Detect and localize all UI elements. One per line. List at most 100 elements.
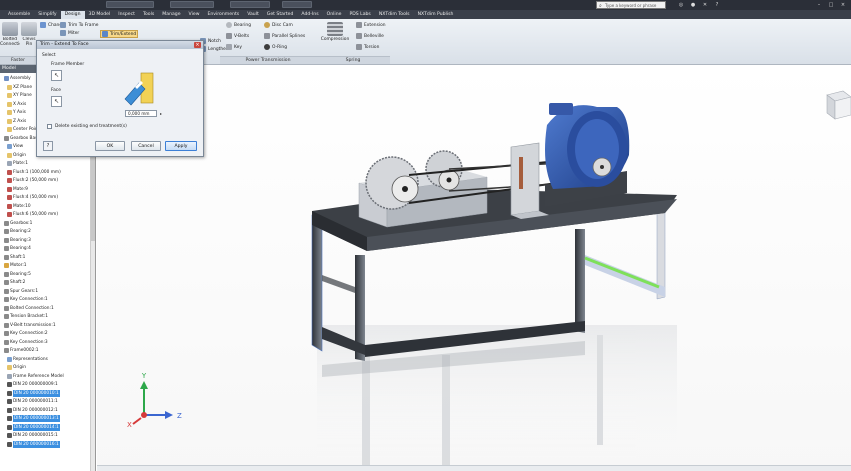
binoculars-icon[interactable]: ◎ [678, 2, 684, 8]
tree-item[interactable]: XY Plane [0, 92, 32, 99]
minimize-icon[interactable]: – [816, 2, 822, 8]
viewcube[interactable] [823, 87, 851, 123]
offset-input[interactable]: 0,000 mm [125, 110, 157, 117]
tree-item[interactable]: Plate:1 [0, 160, 28, 167]
tree-item[interactable]: V-Belt transmission:1 [0, 322, 56, 329]
trim-to-frame-button[interactable]: Trim To Frame [60, 22, 98, 28]
tab-design[interactable]: Design [60, 10, 85, 19]
key-button[interactable]: Key [226, 44, 242, 50]
tree-item[interactable]: Key Connection:2 [0, 330, 48, 337]
tree-item[interactable]: Y Axis [0, 109, 26, 116]
tree-item[interactable]: Z Axis [0, 118, 26, 125]
tree-item[interactable]: Frame0002:1 [0, 347, 39, 354]
tree-item[interactable]: Motor:1 [0, 262, 27, 269]
apply-button[interactable]: Apply [165, 141, 197, 151]
appearance-combo[interactable] [230, 1, 270, 8]
tree-item[interactable]: Representations [0, 356, 48, 363]
tab-nxtdim-tools[interactable]: NXTdim Tools [375, 11, 414, 19]
tree-item[interactable]: Bearing:2 [0, 228, 31, 235]
torsion-spring-button[interactable]: Torsion [356, 44, 379, 50]
dialog-close-icon[interactable]: × [194, 42, 201, 48]
tree-item[interactable]: Frame Reference Model [0, 373, 64, 380]
tab-online[interactable]: Online [323, 11, 346, 19]
delete-end-treatment-checkbox[interactable] [47, 124, 52, 129]
tab-manage[interactable]: Manage [158, 11, 184, 19]
tree-item[interactable]: Bearing:4 [0, 245, 31, 252]
tab-simplify[interactable]: Simplify [34, 11, 60, 19]
tree-item[interactable]: DIN 20 000000013:1 [0, 415, 60, 422]
belleville-spring-button[interactable]: Belleville [356, 33, 384, 39]
tree-item[interactable]: Mate:10 [0, 203, 31, 210]
tree-item[interactable]: Shaft:1 [0, 254, 25, 261]
help-icon[interactable]: ? [714, 2, 720, 8]
search-input[interactable]: ⌕ Type a keyword or phrase [596, 1, 666, 9]
tab-assemble[interactable]: Assemble [4, 11, 34, 19]
close-icon[interactable]: × [840, 2, 846, 8]
offset-dropdown-icon[interactable]: ▸ [158, 110, 164, 117]
tab-get-started[interactable]: Get Started [263, 11, 298, 19]
tab-vault[interactable]: Vault [243, 11, 263, 19]
tree-item[interactable]: Bolted Connection:1 [0, 305, 54, 312]
tree-item[interactable]: Origin [0, 364, 26, 371]
material-combo[interactable] [170, 1, 214, 8]
tree-item[interactable]: Flush:2 (50,000 mm) [0, 177, 58, 184]
tab-pds-labs[interactable]: PDS Labs [345, 11, 374, 19]
tree-item[interactable]: View [0, 143, 23, 150]
parallel-splines-button[interactable]: Parallel Splines [264, 33, 305, 39]
quick-access-combo[interactable] [106, 1, 154, 8]
ok-button[interactable]: OK [95, 141, 125, 151]
frame-member-pick-button[interactable]: ↖ [51, 70, 62, 81]
tree-item[interactable]: Key Connection:3 [0, 339, 48, 346]
tree-item[interactable]: Key Connection:1 [0, 296, 48, 303]
tree-item[interactable]: DIN 20 000000015:1 [0, 432, 58, 439]
miter-button[interactable]: Miter [60, 30, 79, 36]
v-belts-button[interactable]: V-Belts [226, 33, 249, 39]
disc-cam-button[interactable]: Disc Cam [264, 22, 293, 28]
tab-inspect[interactable]: Inspect [114, 11, 139, 19]
tree-item[interactable]: Shaft:2 [0, 279, 25, 286]
tab-nxtdim-publish[interactable]: NXTdim Publish [414, 11, 458, 19]
tree-item[interactable]: Flush:1 (100,000 mm) [0, 169, 61, 176]
maximize-icon[interactable]: □ [828, 2, 834, 8]
tree-item[interactable]: Flush:4 (50,000 mm) [0, 194, 58, 201]
tree-item[interactable]: Center Point [0, 126, 40, 133]
tree-item[interactable]: DIN 20 000000009:1 [0, 381, 58, 388]
quick-access-tools[interactable] [282, 1, 312, 8]
key-label: Key [234, 44, 242, 50]
bolted-connection-button[interactable]: Bolted Connection [0, 22, 20, 47]
tab-tools[interactable]: Tools [139, 11, 158, 19]
exchange-icon[interactable]: ✕ [702, 2, 708, 8]
lengthen-button[interactable]: Lengthen [200, 46, 229, 52]
tree-item[interactable]: Flush:6 (50,000 mm) [0, 211, 58, 218]
o-ring-button[interactable]: O-Ring [264, 44, 287, 50]
graphics-viewport[interactable]: Y Z X [97, 65, 851, 471]
bearing-button[interactable]: Bearing [226, 22, 251, 28]
tree-item[interactable]: Bearing:5 [0, 271, 31, 278]
tree-item[interactable]: Mate:9 [0, 186, 28, 193]
tree-item[interactable]: DIN 20 000000010:1 [0, 389, 60, 397]
tree-item[interactable]: X Axis [0, 101, 26, 108]
tab-add-ins[interactable]: Add-Ins [297, 11, 322, 19]
tab-3d-model[interactable]: 3D Model [85, 11, 115, 19]
tree-item[interactable]: DIN 20 000000012:1 [0, 407, 58, 414]
tree-node-icon [4, 314, 9, 319]
extension-spring-button[interactable]: Extension [356, 22, 386, 28]
trim-extend-button[interactable]: Trim/Extend [100, 30, 139, 38]
dialog-help-button[interactable]: ? [43, 141, 53, 151]
tree-item[interactable]: Assembly [0, 75, 31, 82]
tab-view[interactable]: View [185, 11, 204, 19]
face-pick-button[interactable]: ↖ [51, 96, 62, 107]
compression-spring-button[interactable]: Compression [318, 22, 352, 42]
tree-item[interactable]: Bearing:3 [0, 237, 31, 244]
tree-item[interactable]: DIN 20 000000016:1 [0, 440, 60, 448]
cancel-button[interactable]: Cancel [131, 141, 161, 151]
tree-item[interactable]: Origin [0, 152, 26, 159]
tree-item[interactable]: Gearbox:1 [0, 220, 32, 227]
tree-item[interactable]: Spur Gears:1 [0, 288, 38, 295]
user-icon[interactable]: ● [690, 2, 696, 8]
tree-item[interactable]: Tension Bracket:1 [0, 313, 48, 320]
tree-item[interactable]: DIN 20 000000014:1 [0, 423, 60, 431]
tab-environments[interactable]: Environments [203, 11, 243, 19]
tree-item[interactable]: XZ Plane [0, 84, 32, 91]
tree-item[interactable]: DIN 20 000000011:1 [0, 398, 58, 405]
